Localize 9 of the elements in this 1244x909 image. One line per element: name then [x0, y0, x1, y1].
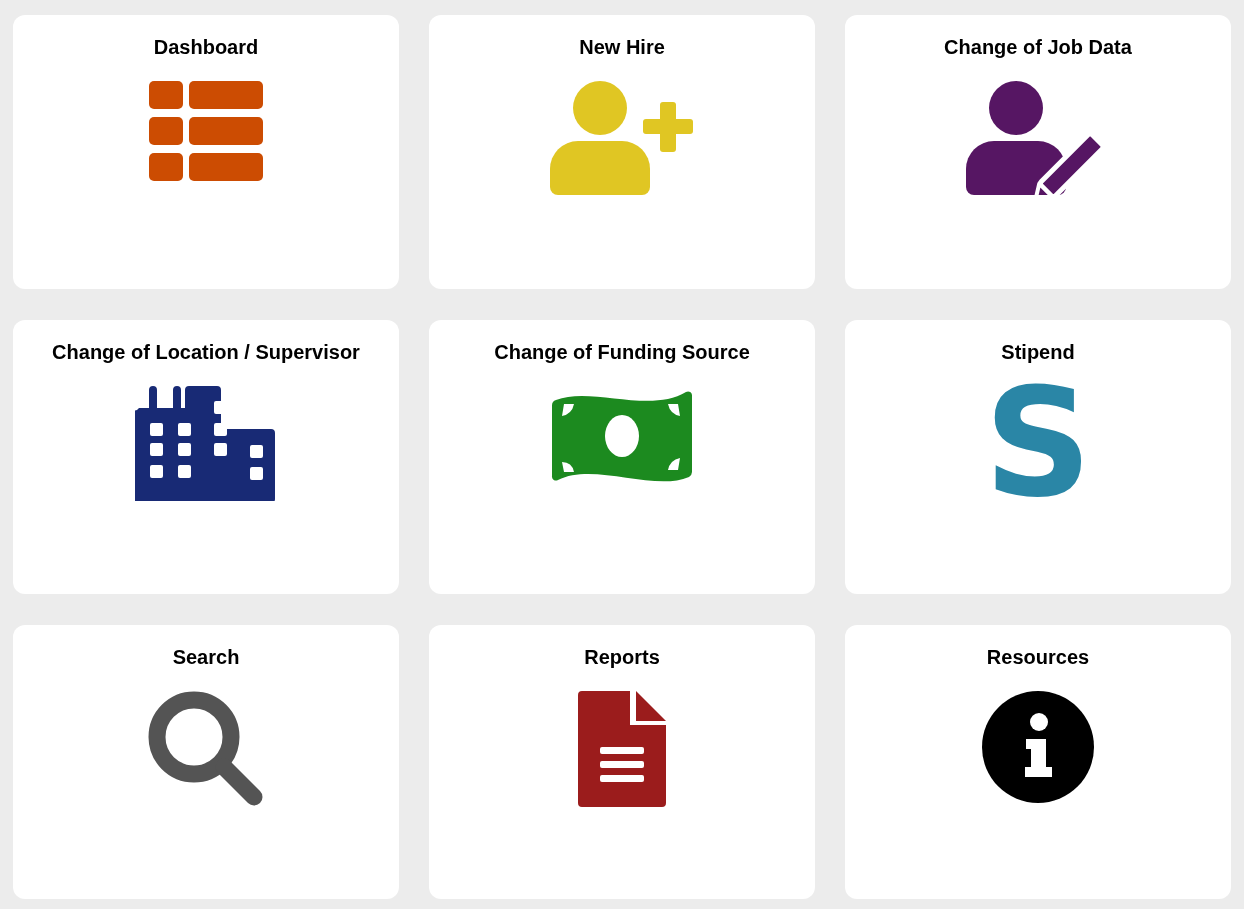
tile-card[interactable]: Change of Job Data	[845, 15, 1231, 289]
tile-card[interactable]: Stipend S	[845, 320, 1231, 594]
tile-card[interactable]: Change of Location / Supervisor	[13, 320, 399, 594]
tile-card[interactable]: Resources	[845, 625, 1231, 899]
tile-card[interactable]: Reports	[429, 625, 815, 899]
tile-card[interactable]: Search	[13, 625, 399, 899]
tile-card[interactable]: New Hire	[429, 15, 815, 289]
tile-card[interactable]: Change of Funding Source	[429, 320, 815, 594]
tile-card[interactable]: Dashboard	[13, 15, 399, 289]
